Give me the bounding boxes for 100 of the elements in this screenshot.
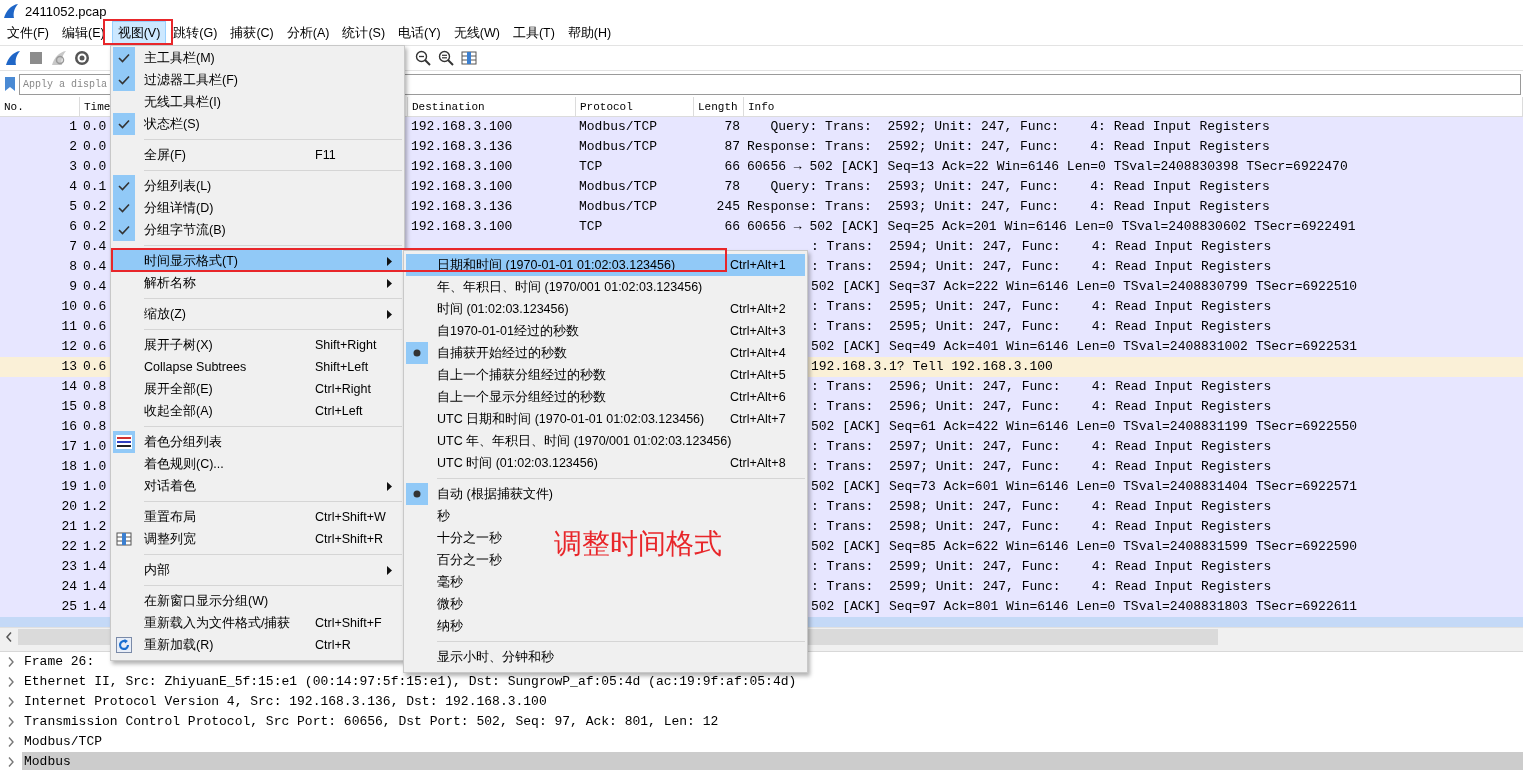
shark-fin-icon[interactable]	[5, 50, 21, 66]
menu-item[interactable]: 分组详情(D)	[113, 197, 214, 219]
tree-item[interactable]: Internet Protocol Version 4, Src: 192.168.3.136, Dst: 192.168.3.100	[22, 692, 1523, 712]
menu-bar-item[interactable]: 电话(Y)	[392, 21, 447, 46]
table-cell-text: 66	[723, 218, 741, 236]
table-cell-text: : Trans: 2594; Unit: 247, Func: 4: Read Input Registers	[811, 258, 1272, 276]
table-cell-text: 23	[60, 558, 78, 576]
table-cell-text: 0.0	[82, 158, 107, 176]
menu-item[interactable]: 时间 (01:02:03.123456) Ctrl+Alt+2	[406, 298, 805, 320]
menu-bar-item[interactable]: 无线(W)	[447, 21, 506, 46]
table-cell-text: 192.168.3.100	[410, 218, 514, 236]
table-cell-text: TCP	[578, 158, 604, 176]
table-cell-text: 1.4	[82, 598, 107, 616]
menu-item[interactable]: 十分之一秒	[406, 527, 502, 549]
table-cell-text: 0.4	[82, 238, 107, 256]
menu-item[interactable]: 秒	[406, 505, 450, 527]
annotation-frame	[103, 19, 173, 45]
check-icon	[118, 53, 130, 63]
column-header[interactable]: Protocol	[576, 97, 694, 116]
menu-item[interactable]: 主工具栏(M)	[113, 47, 215, 69]
menu-bar-item[interactable]: 文件(F)	[1, 21, 55, 46]
resize-columns-icon[interactable]	[461, 50, 477, 66]
table-cell-text: 1.4	[82, 558, 107, 576]
menu-item[interactable]: 重置布局 Ctrl+Shift+W	[113, 506, 402, 528]
menu-item[interactable]: UTC 年、年积日、时间 (1970/001 01:02:03.123456)	[406, 430, 732, 452]
table-cell-text: 18	[60, 458, 78, 476]
menu-item[interactable]: 百分之一秒	[406, 549, 502, 571]
menu-item[interactable]: 自捕获开始经过的秒数 Ctrl+Alt+4	[406, 342, 805, 364]
menu-item[interactable]: 展开全部(E) Ctrl+Right	[113, 378, 402, 400]
table-cell-text: 19	[60, 478, 78, 496]
bookmark-icon[interactable]	[5, 77, 15, 91]
submenu-arrow-icon	[387, 309, 392, 319]
menu-bar-item[interactable]: 分析(A)	[280, 21, 336, 46]
menu-item[interactable]: 重新载入为文件格式/捕获 Ctrl+Shift+F	[113, 612, 402, 634]
restart-icon[interactable]	[51, 50, 67, 66]
menu-item[interactable]: UTC 时间 (01:02:03.123456) Ctrl+Alt+8	[406, 452, 805, 474]
menu-bar-item[interactable]: 工具(T)	[506, 21, 561, 46]
table-cell-text: 0.4	[82, 258, 107, 276]
menu-item[interactable]: 年、年积日、时间 (1970/001 01:02:03.123456)	[406, 276, 703, 298]
menu-item[interactable]: 重新加载(R) Ctrl+R	[113, 634, 402, 656]
table-cell-text: Response: Trans: 2593; Unit: 247, Func: 4: Read Input Registers	[746, 198, 1271, 216]
menu-item[interactable]: 显示小时、分钟和秒	[406, 646, 554, 668]
radio-dot-icon	[413, 349, 421, 357]
table-cell-text: 1.0	[82, 458, 107, 476]
table-cell-text: 192.168.3.100	[410, 178, 514, 196]
table-cell-text: 245	[715, 198, 741, 216]
menu-item[interactable]: 收起全部(A) Ctrl+Left	[113, 400, 402, 422]
check-icon	[118, 119, 130, 129]
menu-item[interactable]: 自上一个显示分组经过的秒数 Ctrl+Alt+6	[406, 386, 805, 408]
menu-item[interactable]: 调整列宽 Ctrl+Shift+R	[113, 528, 402, 550]
table-cell-text: 1.4	[82, 578, 107, 596]
menu-item[interactable]: 解析名称	[113, 272, 402, 294]
menu-item[interactable]: 微秒	[406, 593, 463, 615]
check-icon	[118, 75, 130, 85]
table-cell-text: 0.2	[82, 218, 107, 236]
menu-bar-item[interactable]: 统计(S)	[336, 21, 392, 46]
menu-item[interactable]: 自动 (根据捕获文件)	[406, 483, 553, 505]
app-logo-icon[interactable]	[3, 3, 19, 19]
menu-item[interactable]: 时间显示格式(T)	[113, 250, 402, 272]
table-cell-text: 60656 → 502 [ACK] Seq=13 Ack=22 Win=6146 Len=0 TSval=2408830398 TSecr=6922470	[746, 158, 1349, 176]
tree-item[interactable]: Ethernet II, Src: ZhiyuanE_5f:15:e1 (00:14:97:5f:15:e1), Dst: SungrowP_af:05:4d (ac:19:9f:af:05:4d)	[22, 672, 1523, 692]
table-cell-text: : Trans: 2595; Unit: 247, Func: 4: Read Input Registers	[811, 318, 1272, 336]
menu-item[interactable]: 展开子树(X) Shift+Right	[113, 334, 402, 356]
table-cell-text: 1	[68, 118, 78, 136]
table-cell-text: Response: Trans: 2592; Unit: 247, Func: 4: Read Input Registers	[746, 138, 1271, 156]
menu-item[interactable]: 着色规则(C)...	[113, 453, 224, 475]
tree-item[interactable]: Modbus	[22, 752, 1523, 770]
menu-item[interactable]: UTC 日期和时间 (1970-01-01 01:02:03.123456) Ctrl+Alt+7	[406, 408, 805, 430]
menu-item[interactable]: 毫秒	[406, 571, 463, 593]
zoom-out-icon[interactable]	[415, 50, 431, 66]
menu-item[interactable]: 内部	[113, 559, 402, 581]
stop-icon[interactable]	[28, 50, 44, 66]
column-header[interactable]: Length	[694, 97, 744, 116]
menu-bar-item[interactable]: 帮助(H)	[561, 21, 618, 46]
column-header[interactable]: No.	[0, 97, 80, 116]
check-icon	[118, 203, 130, 213]
table-cell-text: 87	[723, 138, 741, 156]
column-header[interactable]: Info	[744, 97, 1523, 116]
menu-item[interactable]: 在新窗口显示分组(W)	[113, 590, 269, 612]
table-cell-text: 192.168.3.1? Tell 192.168.3.100	[811, 358, 1053, 376]
column-header[interactable]: Destination	[408, 97, 576, 116]
menu-item[interactable]: 分组列表(L)	[113, 175, 212, 197]
menu-item[interactable]: 日期和时间 (1970-01-01 01:02:03.123456) Ctrl+Alt+1	[406, 254, 805, 276]
table-cell-text: 0.0	[82, 118, 107, 136]
magnifier-icon[interactable]	[438, 50, 454, 66]
table-cell-text: 24	[60, 578, 78, 596]
table-cell-text: 1.0	[82, 478, 107, 496]
radio-dot-icon	[413, 490, 421, 498]
menu-bar-item[interactable]: 捕获(C)	[224, 21, 280, 46]
menu-item[interactable]: 着色分组列表	[113, 431, 222, 453]
menu-item[interactable]: 自上一个捕获分组经过的秒数 Ctrl+Alt+5	[406, 364, 805, 386]
tree-item[interactable]: Modbus/TCP	[22, 732, 1523, 752]
tree-item[interactable]: Transmission Control Protocol, Src Port: 60656, Dst Port: 502, Seq: 97, Ack: 801, Len: 12	[22, 712, 1523, 732]
table-cell-text: 502 [ACK] Seq=37 Ack=222 Win=6146 Len=0 TSval=2408830799 TSecr=6922510	[811, 278, 1358, 296]
menu-item[interactable]: 对话着色	[113, 475, 402, 497]
gear-icon[interactable]	[74, 50, 90, 66]
menu-item[interactable]: Collapse Subtrees Shift+Left	[113, 356, 402, 378]
scroll-left-icon[interactable]	[6, 631, 12, 642]
menu-item[interactable]: 纳秒	[406, 615, 463, 637]
table-cell-text: 1.2	[82, 538, 107, 556]
